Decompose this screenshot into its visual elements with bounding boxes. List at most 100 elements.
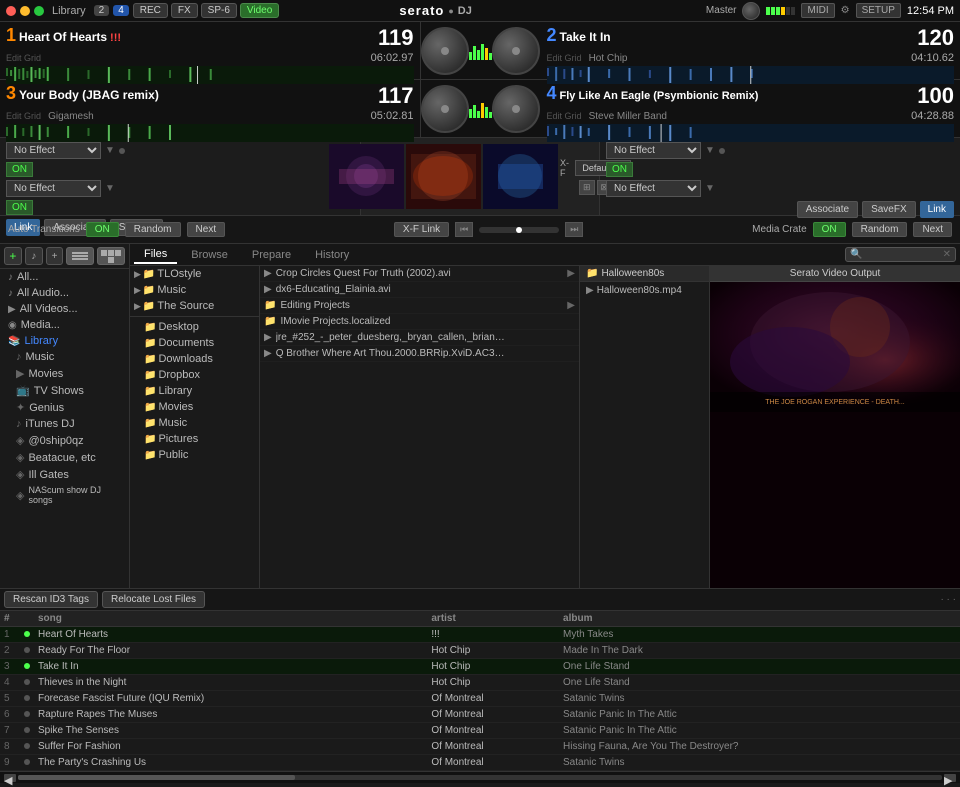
sidebar-video-btn[interactable]: + [46, 247, 64, 265]
sidebar-grid-view-btn[interactable] [97, 247, 125, 265]
sidebar-sub-music[interactable]: ♪ Music [0, 349, 129, 365]
sp6-button[interactable]: SP-6 [201, 3, 237, 18]
deck4-bpm: 100 [917, 83, 954, 108]
fx-on-btn-left[interactable]: ON [6, 162, 33, 177]
sidebar-item-library[interactable]: 📚 Library [0, 333, 129, 349]
scroll-right-btn[interactable]: ▶ [944, 774, 956, 782]
media-on-btn[interactable]: ON [813, 222, 846, 237]
sidebar-sub-nascum[interactable]: ◈ NAScum show DJ songs [0, 483, 129, 507]
video-button[interactable]: Video [240, 3, 279, 18]
sidebar-sub-genius[interactable]: ✦ Genius [0, 399, 129, 416]
table-row[interactable]: 2 Ready For The Floor Hot Chip Made In T… [0, 643, 960, 659]
tab-history[interactable]: History [305, 247, 359, 263]
file-list-item[interactable]: ▶jre_#252_-_peter_duesberg,_bryan_callen… [260, 330, 579, 346]
xf-slider[interactable] [479, 227, 559, 233]
scroll-left-btn[interactable]: ◀ [4, 774, 16, 782]
fx-link-btn-right[interactable]: Link [920, 201, 954, 218]
setup-label[interactable]: SETUP [856, 3, 901, 18]
search-clear-btn[interactable]: ✕ [943, 249, 951, 260]
deck3-spinner[interactable] [421, 85, 469, 133]
tree-sub-item[interactable]: 📁Music [130, 415, 259, 431]
sidebar-sub-beatacue[interactable]: ◈ Beatacue, etc [0, 449, 129, 466]
table-row[interactable]: 7 Spike The Senses Of Montreal Satanic P… [0, 723, 960, 739]
fx-button[interactable]: FX [171, 3, 198, 18]
table-row[interactable]: 1 Heart Of Hearts !!! Myth Takes [0, 627, 960, 643]
rec-button[interactable]: REC [133, 3, 168, 18]
col-album[interactable]: album [559, 611, 960, 627]
horizontal-scrollbar[interactable] [18, 775, 942, 780]
sidebar-add-btn[interactable]: + [4, 247, 22, 265]
tab-files[interactable]: Files [134, 246, 177, 264]
deck3-edit-grid[interactable]: Edit Grid [6, 111, 41, 121]
col-song[interactable]: song [34, 611, 427, 627]
minimize-btn[interactable] [20, 6, 30, 16]
col-artist[interactable]: artist [427, 611, 559, 627]
deck1-edit-grid[interactable]: Edit Grid [6, 53, 41, 63]
tree-sub-item[interactable]: 📁Documents [130, 335, 259, 351]
browser-search-input[interactable] [863, 249, 943, 260]
table-row[interactable]: 6 Rapture Rapes The Muses Of Montreal Sa… [0, 707, 960, 723]
fx-on-btn-right[interactable]: ON [606, 162, 633, 177]
maximize-btn[interactable] [34, 6, 44, 16]
deck1-spinner[interactable] [421, 27, 469, 75]
fx-select-right-1[interactable]: No Effect [606, 142, 701, 159]
deck2-edit-grid[interactable]: Edit Grid [547, 53, 582, 63]
table-row[interactable]: 4 Thieves in the Night Hot Chip One Life… [0, 675, 960, 691]
master-knob[interactable] [742, 2, 760, 20]
fx-select-right-2[interactable]: No Effect [606, 180, 701, 197]
prev-track-btn[interactable]: ⏮ [455, 222, 473, 237]
sidebar-item-all[interactable]: ♪ All... [0, 269, 129, 285]
table-row[interactable]: 9 The Party's Crashing Us Of Montreal Sa… [0, 755, 960, 771]
sidebar-item-all-videos[interactable]: ▶ All Videos... [0, 301, 129, 317]
sidebar-sub-illgates[interactable]: ◈ Ill Gates [0, 466, 129, 483]
sidebar-sub-movies[interactable]: ▶ Movies [0, 365, 129, 382]
sidebar-item-media[interactable]: ◉ Media... [0, 317, 129, 333]
sidebar-sub-tvshows[interactable]: 📺 TV Shows [0, 382, 129, 399]
media-next-btn[interactable]: Next [913, 222, 952, 237]
tree-sub-item[interactable]: 📁Library [130, 383, 259, 399]
random-btn[interactable]: Random [125, 222, 181, 237]
fx-associate-btn-right[interactable]: Associate [797, 201, 858, 218]
file-list-item[interactable]: ▶dx6-Educating_Elainia.avi [260, 282, 579, 298]
sidebar-sub-itunesdj[interactable]: ♪ iTunes DJ [0, 416, 129, 432]
close-btn[interactable] [6, 6, 16, 16]
table-row[interactable]: 3 Take It In Hot Chip One Life Stand [0, 659, 960, 675]
tree-sub-item[interactable]: 📁Movies [130, 399, 259, 415]
sidebar-list-view-btn[interactable] [66, 247, 94, 265]
tree-sub-item[interactable]: 📁Public [130, 447, 259, 463]
tab-prepare[interactable]: Prepare [242, 247, 301, 263]
tree-item-tlostyle[interactable]: ▶ 📁 TLOstyle [130, 266, 259, 282]
media-random-btn[interactable]: Random [852, 222, 908, 237]
tab-browse[interactable]: Browse [181, 247, 238, 263]
sidebar-item-all-audio[interactable]: ♪ All Audio... [0, 285, 129, 301]
fx-select-left-2[interactable]: No Effect [6, 180, 101, 197]
sidebar-music-btn[interactable]: ♪ [25, 247, 43, 265]
fx-save-btn-right[interactable]: SaveFX [862, 201, 916, 218]
fx-on-btn-left-2[interactable]: ON [6, 200, 33, 215]
tree-sub-item[interactable]: 📁Downloads [130, 351, 259, 367]
deck4-edit-grid[interactable]: Edit Grid [547, 111, 582, 121]
file-list-item[interactable]: 📁IMovie Projects.localized [260, 314, 579, 330]
midi-label[interactable]: MIDI [801, 3, 834, 18]
tree-item-source[interactable]: ▶ 📁 The Source [130, 298, 259, 314]
halloween-file-item[interactable]: ▶ Halloween80s.mp4 [580, 282, 709, 299]
xf-link-btn[interactable]: X-F Link [394, 222, 449, 237]
table-row[interactable]: 8 Suffer For Fashion Of Montreal Hissing… [0, 739, 960, 755]
next-btn[interactable]: Next [187, 222, 226, 237]
auto-transitions-on-btn[interactable]: ON [86, 222, 119, 237]
deck2-spinner[interactable] [492, 27, 540, 75]
tree-sub-item[interactable]: 📁Dropbox [130, 367, 259, 383]
file-list-item[interactable]: 📁Editing Projects▶ [260, 298, 579, 314]
sidebar-sub-0ship[interactable]: ◈ @0ship0qz [0, 432, 129, 449]
deck4-spinner[interactable] [492, 85, 540, 133]
file-list-item[interactable]: ▶Crop Circles Quest For Truth (2002).avi… [260, 266, 579, 282]
tree-item-music[interactable]: ▶ 📁 Music [130, 282, 259, 298]
tree-sub-item[interactable]: 📁Pictures [130, 431, 259, 447]
tree-sub-item[interactable]: 📁Desktop [130, 319, 259, 335]
next-track-btn[interactable]: ⏭ [565, 222, 583, 237]
file-list-item[interactable]: ▶Q Brother Where Art Thou.2000.BRRip.Xvi… [260, 346, 579, 362]
fx-expand-btn[interactable]: ⊞ [579, 180, 595, 195]
table-row[interactable]: 5 Forecase Fascist Future (IQU Remix) Of… [0, 691, 960, 707]
fx-select-left-1[interactable]: No Effect [6, 142, 101, 159]
deck1-alert: !!! [110, 32, 121, 44]
